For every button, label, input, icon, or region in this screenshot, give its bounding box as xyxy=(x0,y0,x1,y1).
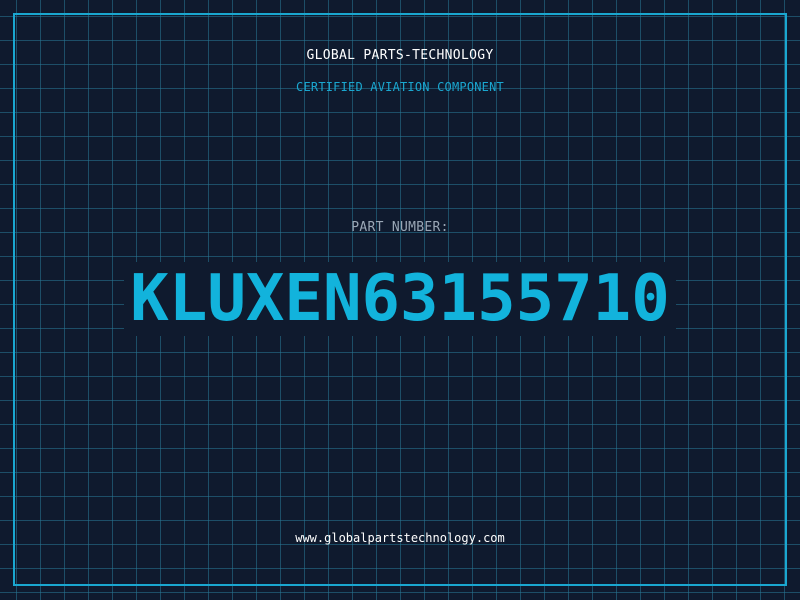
part-number-label: PART NUMBER: xyxy=(351,220,449,235)
website-url: www.globalpartstechnology.com xyxy=(295,531,505,545)
certification-tagline: CERTIFIED AVIATION COMPONENT xyxy=(296,80,504,94)
company-name: GLOBAL PARTS-TECHNOLOGY xyxy=(306,48,494,63)
part-number-value: KLUXEN63155710 xyxy=(124,262,676,336)
part-number-container: KLUXEN63155710 xyxy=(0,262,800,336)
label-card: GLOBAL PARTS-TECHNOLOGY CERTIFIED AVIATI… xyxy=(0,0,800,600)
